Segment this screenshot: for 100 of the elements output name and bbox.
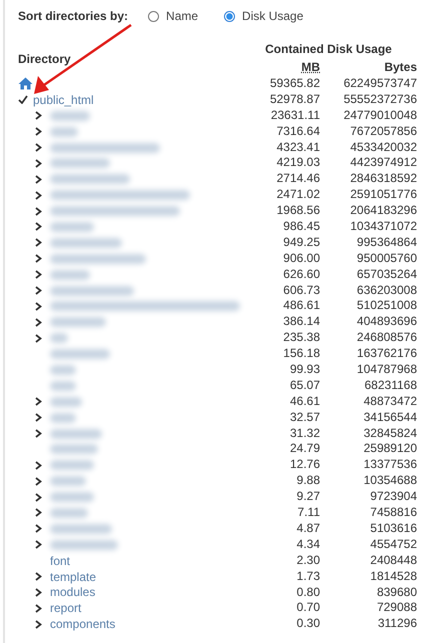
bytes-cell-text: 68231168 (364, 378, 417, 394)
chevron-icon[interactable] (35, 238, 42, 248)
chevron-icon[interactable] (35, 508, 42, 518)
chevron-icon[interactable] (35, 413, 42, 422)
bytes-cell-text: 32845824 (362, 426, 417, 442)
chevron-icon[interactable] (35, 604, 42, 613)
mb-cell-text: 24.79 (288, 441, 320, 458)
mb-cell-text: 1968.56 (276, 203, 320, 220)
chevron-icon[interactable] (35, 286, 42, 296)
sort-radio[interactable]: Name (148, 9, 198, 23)
chevron-icon[interactable] (35, 588, 42, 597)
chevron-icon[interactable] (35, 270, 42, 280)
bytes-cell-text: 636203008 (356, 282, 417, 298)
chevron-icon[interactable] (35, 334, 42, 343)
mb-cell-text: 986.45 (282, 219, 320, 235)
chevron-icon[interactable] (35, 190, 42, 200)
bytes-cell-text: 2064183296 (349, 203, 417, 220)
bytes-cell-text: 839680 (376, 584, 417, 600)
bytes-cell-text: 13377536 (362, 457, 417, 474)
mb-cell-text: 0.30 (296, 616, 320, 632)
chevron-icon[interactable] (35, 492, 42, 502)
chevron-icon[interactable] (35, 254, 42, 264)
mb-cell-text: 7.11 (296, 505, 320, 521)
mb-cell-text: 52978.87 (268, 92, 320, 108)
bytes-cell-text: 4533420032 (349, 140, 417, 156)
mb-cell-text: 949.25 (282, 234, 320, 251)
chevron-icon[interactable] (35, 476, 42, 486)
bytes-cell-text: 10354688 (362, 473, 417, 490)
chevron-icon[interactable] (35, 206, 42, 216)
mb-cell-text: 626.60 (282, 266, 320, 283)
bytes-cell-text: 4423974912 (349, 155, 417, 172)
directory-link[interactable]: template (50, 570, 96, 584)
home-icon[interactable] (18, 77, 33, 90)
bytes-cell-text: 510251008 (356, 298, 417, 314)
chevron-icon[interactable] (35, 302, 42, 311)
mb-cell-text: 9.27 (296, 489, 320, 506)
mb-cell-text: 1.73 (296, 568, 320, 584)
radio-icon[interactable] (148, 10, 160, 22)
bytes-cell-text: 7458816 (369, 505, 417, 521)
mb-cell-text: 99.93 (288, 362, 320, 378)
directory-link[interactable]: public_html (33, 92, 94, 107)
chevron-icon[interactable] (35, 397, 42, 406)
chevron-icon[interactable] (35, 540, 42, 550)
chevron-icon[interactable] (35, 524, 42, 534)
mb-cell-text: 906.00 (282, 250, 320, 267)
bytes-cell-text: 1034371072 (349, 219, 417, 235)
bytes-cell-text: 4554752 (369, 536, 417, 553)
bytes-cell-text: 7672057856 (349, 124, 417, 140)
chevron-icon[interactable] (35, 111, 42, 120)
mb-cell-text: 235.38 (282, 330, 320, 346)
mb-cell-text: 23631.11 (270, 108, 320, 124)
sort-radio[interactable]: Disk Usage (224, 9, 304, 23)
column-heading: Contained Disk Usage (264, 42, 393, 58)
chevron-icon[interactable] (35, 620, 42, 629)
mb-cell-text: 65.07 (288, 378, 320, 394)
bytes-cell-text: 1814528 (369, 568, 417, 584)
column-heading: MB (301, 60, 320, 74)
directory-link[interactable]: report (50, 601, 82, 616)
chevron-icon[interactable] (35, 318, 42, 327)
directory-link[interactable]: font (50, 554, 70, 568)
radio-icon[interactable] (224, 10, 236, 22)
mb-cell-text: 2.30 (296, 552, 320, 569)
mb-cell-text: 2714.46 (276, 171, 320, 188)
mb-cell-text: 0.80 (296, 584, 320, 600)
bytes-cell-text: 62249573747 (342, 76, 417, 92)
check-icon[interactable] (18, 95, 28, 104)
bytes-cell-text: 2846318592 (349, 171, 417, 188)
mb-cell-text: 156.18 (282, 346, 320, 362)
chevron-icon[interactable] (35, 143, 42, 152)
sort-label: Sort directories by: (18, 9, 128, 23)
bytes-cell-text: 163762176 (356, 346, 417, 362)
chevron-icon[interactable] (35, 460, 42, 470)
bytes-cell-text: 2408448 (369, 552, 417, 569)
mb-cell-text: 7316.64 (276, 124, 320, 140)
bytes-cell-text: 729088 (376, 600, 417, 616)
mb-cell-text: 4219.03 (276, 155, 320, 172)
chevron-icon[interactable] (35, 429, 42, 438)
chevron-icon[interactable] (35, 158, 42, 168)
mb-cell-text: 386.14 (282, 314, 320, 330)
chevron-icon[interactable] (35, 174, 42, 184)
chevron-icon[interactable] (35, 222, 42, 232)
directory-link[interactable]: modules (50, 585, 96, 600)
bytes-cell-text: 25989120 (362, 441, 417, 458)
bytes-cell-text: 404893696 (356, 314, 417, 330)
mb-cell-text: 32.57 (288, 410, 320, 426)
mb-cell-text: 4.34 (296, 536, 320, 553)
mb-cell-text: 46.61 (288, 394, 320, 410)
mb-cell-text: 606.73 (282, 282, 320, 298)
bytes-cell-text: 104787968 (356, 362, 417, 378)
bytes-cell-text: 995364864 (356, 234, 417, 251)
column-heading: Bytes (383, 60, 417, 76)
bytes-cell-text: 2591051776 (349, 187, 417, 204)
directory-link[interactable]: components (50, 617, 116, 632)
bytes-cell-text: 24779010048 (342, 108, 417, 124)
mb-cell-text: 12.76 (288, 457, 320, 474)
mb-cell-text: 0.70 (296, 600, 320, 616)
chevron-icon[interactable] (35, 572, 42, 582)
chevron-icon[interactable] (35, 127, 42, 136)
bytes-cell-text: 55552372736 (342, 92, 417, 108)
mb-cell-text: 2471.02 (276, 187, 320, 204)
